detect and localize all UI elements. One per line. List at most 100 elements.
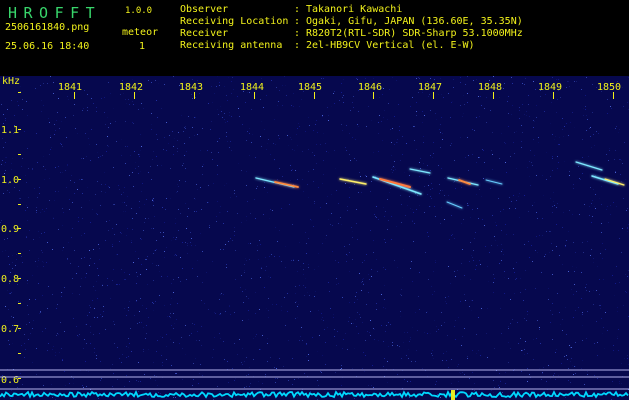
noise-pixel (537, 218, 538, 219)
noise-pixel (91, 129, 92, 130)
noise-pixel (528, 95, 529, 96)
noise-pixel (376, 217, 377, 218)
noise-pixel (435, 262, 436, 263)
noise-pixel (199, 373, 200, 374)
noise-pixel (288, 145, 289, 146)
noise-pixel (55, 355, 56, 356)
noise-pixel (234, 380, 235, 381)
noise-pixel (410, 268, 411, 269)
noise-pixel (298, 378, 299, 379)
noise-pixel (433, 142, 434, 143)
noise-pixel (427, 311, 428, 312)
noise-pixel (430, 110, 431, 111)
noise-pixel (419, 205, 420, 206)
noise-pixel (415, 312, 416, 313)
noise-pixel (427, 165, 428, 166)
noise-pixel (224, 119, 225, 120)
noise-pixel (97, 214, 98, 215)
noise-pixel (548, 365, 549, 366)
noise-pixel (392, 172, 393, 173)
noise-pixel (99, 333, 100, 334)
noise-pixel (483, 150, 484, 151)
noise-pixel (609, 148, 610, 149)
noise-pixel (136, 301, 137, 302)
noise-pixel (595, 208, 596, 209)
noise-pixel (545, 254, 546, 255)
noise-pixel (545, 94, 546, 95)
noise-pixel (20, 277, 21, 278)
noise-pixel (506, 234, 507, 235)
noise-pixel (460, 137, 461, 138)
noise-pixel (220, 106, 221, 107)
noise-pixel (448, 367, 449, 368)
noise-pixel (441, 325, 442, 326)
noise-pixel (162, 337, 163, 338)
noise-pixel (306, 343, 307, 344)
noise-pixel (293, 93, 294, 94)
noise-pixel (125, 163, 126, 164)
noise-pixel (499, 373, 500, 374)
noise-pixel (217, 174, 218, 175)
noise-pixel (407, 381, 408, 382)
noise-pixel (5, 142, 6, 143)
noise-pixel (520, 338, 521, 339)
noise-pixel (308, 197, 309, 198)
noise-pixel (58, 166, 59, 167)
noise-pixel (209, 227, 210, 228)
x-tick-1846: 1846 (358, 82, 382, 93)
noise-pixel (406, 143, 407, 144)
noise-pixel (173, 397, 174, 398)
noise-pixel (353, 107, 354, 108)
noise-pixel (348, 321, 349, 322)
noise-pixel (126, 103, 127, 104)
noise-pixel (322, 115, 323, 116)
noise-pixel (500, 381, 501, 382)
noise-pixel (344, 246, 345, 247)
noise-pixel (228, 241, 229, 242)
noise-pixel (78, 217, 79, 218)
noise-pixel (578, 307, 579, 308)
noise-pixel (392, 128, 393, 129)
noise-pixel (383, 88, 384, 89)
noise-pixel (474, 238, 475, 239)
noise-pixel (219, 85, 220, 86)
noise-pixel (508, 126, 509, 127)
noise-pixel (418, 77, 419, 78)
noise-pixel (582, 312, 583, 313)
noise-pixel (270, 277, 271, 278)
noise-pixel (384, 239, 385, 240)
noise-pixel (472, 350, 473, 351)
noise-pixel (549, 252, 550, 253)
noise-pixel (269, 218, 270, 219)
noise-pixel (438, 165, 439, 166)
noise-pixel (148, 218, 149, 219)
noise-pixel (617, 307, 618, 308)
noise-pixel (610, 106, 611, 107)
noise-pixel (615, 283, 616, 284)
noise-pixel (301, 99, 302, 100)
noise-pixel (30, 333, 31, 334)
noise-pixel (141, 103, 142, 104)
noise-pixel (54, 134, 55, 135)
noise-pixel (487, 357, 488, 358)
noise-pixel (275, 144, 276, 145)
noise-pixel (495, 240, 496, 241)
noise-pixel (29, 230, 30, 231)
noise-pixel (381, 294, 382, 295)
noise-pixel (25, 175, 26, 176)
noise-pixel (367, 331, 368, 332)
noise-pixel (590, 127, 591, 128)
noise-pixel (509, 197, 510, 198)
noise-pixel (341, 92, 342, 93)
noise-pixel (177, 140, 178, 141)
noise-pixel (416, 350, 417, 351)
y-tick-mark (18, 378, 21, 379)
noise-pixel (245, 102, 246, 103)
noise-pixel (90, 307, 91, 308)
noise-pixel (187, 253, 188, 254)
noise-pixel (291, 170, 292, 171)
noise-pixel (145, 338, 146, 339)
noise-pixel (302, 179, 303, 180)
noise-pixel (192, 323, 193, 324)
noise-pixel (476, 353, 477, 354)
